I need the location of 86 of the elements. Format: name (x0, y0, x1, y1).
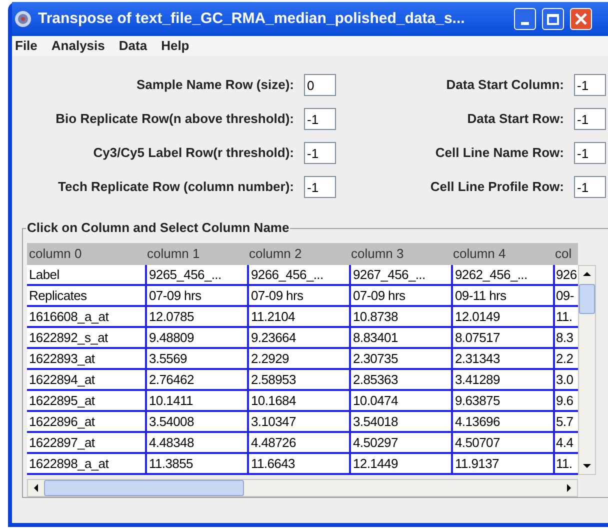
table-cell: 3.10347 (247, 412, 349, 431)
input-field[interactable]: -1 (574, 74, 606, 96)
table-cell: 3.41289 (451, 370, 553, 389)
table-cell: 4.48348 (145, 433, 247, 452)
table-cell: 4.13696 (451, 412, 553, 431)
table-cell: 11.2104 (247, 307, 349, 326)
table-cell: 3.54008 (145, 412, 247, 431)
minimize-button[interactable] (514, 8, 536, 30)
table-cell-text: 1622896_at (28, 413, 96, 431)
table-cell: 12.1449 (349, 454, 451, 473)
column-header[interactable]: column 4 (451, 243, 553, 265)
table-cell: 07-09 hrs (247, 286, 349, 305)
field-label: Data Start Column: (446, 76, 564, 94)
field-label: Cell Line Name Row: (435, 144, 564, 162)
column-header[interactable]: column 2 (247, 243, 349, 265)
table-cell: 3.5569 (145, 349, 247, 368)
app-logo-icon (14, 10, 32, 28)
input-field[interactable]: -1 (304, 142, 336, 164)
scroll-thumb[interactable] (44, 480, 244, 496)
close-icon (575, 13, 587, 25)
table-cell: 07-09 hrs (145, 286, 247, 305)
input-field[interactable]: 0 (304, 74, 336, 96)
table-cell: 2.31343 (451, 349, 553, 368)
table-cell: 8.07517 (451, 328, 553, 347)
column-header[interactable]: col (553, 243, 578, 265)
table-cell: 2.76462 (145, 370, 247, 389)
field-label: Bio Replicate Row(n above threshold): (56, 110, 294, 128)
table-cell: 2.58953 (247, 370, 349, 389)
table-cell-text: 1622895_at (28, 392, 96, 410)
field-label: Sample Name Row (size): (136, 76, 294, 94)
table-cell: 2.85363 (349, 370, 451, 389)
table-cell: 11.3855 (145, 454, 247, 473)
table-cell: 9267_456_... (349, 265, 451, 284)
table-cell: 9.63875 (451, 391, 553, 410)
field-label: Cy3/Cy5 Label Row(r threshold): (93, 144, 294, 162)
table-cell: 8.83401 (349, 328, 451, 347)
field-label: Cell Line Profile Row: (430, 178, 564, 196)
column-header[interactable]: column 1 (145, 243, 247, 265)
column-header[interactable]: column 0 (27, 243, 145, 265)
table-cell: 4.48726 (247, 433, 349, 452)
close-button[interactable] (570, 8, 592, 30)
table-cell: 4.50297 (349, 433, 451, 452)
table-cell: 9266_456_... (247, 265, 349, 284)
table-cell-text: Label (28, 266, 60, 284)
input-field[interactable]: -1 (304, 108, 336, 130)
table-cell: 9265_456_... (145, 265, 247, 284)
input-field[interactable]: -1 (304, 176, 336, 198)
horizontal-scrollbar[interactable] (27, 479, 578, 497)
menu-item[interactable]: Data (118, 36, 148, 56)
table-cell: 10.1684 (247, 391, 349, 410)
column-header[interactable]: column 3 (349, 243, 451, 265)
table-cell: 09-11 hrs (451, 286, 553, 305)
table-cell: 2.30735 (349, 349, 451, 368)
menu-item[interactable]: File (15, 36, 38, 56)
table-cell-text: 1622893_at (28, 350, 96, 368)
input-field[interactable]: -1 (574, 176, 606, 198)
table-cell: 11.6643 (247, 454, 349, 473)
maximize-button[interactable] (542, 8, 564, 30)
table-cell: 9.48809 (145, 328, 247, 347)
menu-item[interactable]: Analysis (51, 36, 105, 56)
table-cell-text: 1622892_s_at (28, 329, 109, 347)
table-cell: 12.0785 (145, 307, 247, 326)
table-cell: 10.8738 (349, 307, 451, 326)
table-cell-text: 1616608_a_at (28, 308, 110, 326)
table-cell-text: 1622894_at (28, 371, 96, 389)
menu-item[interactable]: Help (161, 36, 190, 56)
table-cell: 2.2929 (247, 349, 349, 368)
window-title: Transpose of text_file_GC_RMA_median_polished_data_s... (38, 8, 466, 29)
field-label: Data Start Row: (467, 110, 564, 128)
scroll-thumb[interactable] (579, 284, 595, 314)
table-cell-text: Replicates (28, 287, 88, 305)
table-cell: 9.23664 (247, 328, 349, 347)
table-cell: 9262_456_... (451, 265, 553, 284)
table-cell: 10.1411 (145, 391, 247, 410)
input-field[interactable]: -1 (574, 142, 606, 164)
table-cell: 4.50707 (451, 433, 553, 452)
table-cell-text: 1622898_a_at (28, 455, 110, 473)
table-cell: 3.54018 (349, 412, 451, 431)
table-cell: 12.0149 (451, 307, 553, 326)
input-field[interactable]: -1 (574, 108, 606, 130)
table-cell: 07-09 hrs (349, 286, 451, 305)
table-cell-text: 1622897_at (28, 434, 96, 452)
table-cell: 10.0474 (349, 391, 451, 410)
vertical-scrollbar[interactable] (578, 265, 596, 475)
field-label: Tech Replicate Row (column number): (58, 178, 294, 196)
table-cell: 11.9137 (451, 454, 553, 473)
